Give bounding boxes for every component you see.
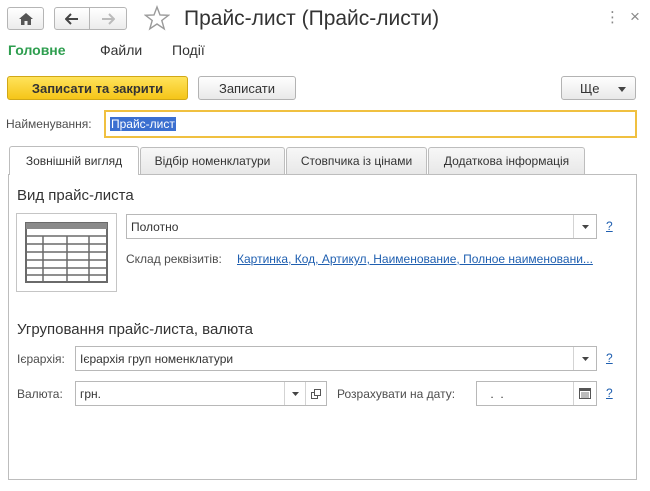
view-section-title: Вид прайс-листа bbox=[17, 187, 134, 204]
more-button[interactable]: Ще bbox=[561, 76, 636, 100]
chevron-down-icon bbox=[618, 87, 626, 92]
menu-item-events[interactable]: Події bbox=[172, 42, 205, 58]
view-type-help-link[interactable]: ? bbox=[606, 219, 613, 233]
hierarchy-dropdown-button[interactable] bbox=[573, 347, 596, 370]
hierarchy-value: Ієрархія груп номенклатури bbox=[80, 351, 234, 366]
window-title: Прайс-лист (Прайс-листи) bbox=[184, 7, 440, 30]
arrow-right-icon bbox=[102, 12, 115, 25]
name-input-selected-text: Прайс-лист bbox=[110, 117, 176, 131]
name-label: Найменування: bbox=[6, 117, 92, 131]
chevron-down-icon bbox=[581, 356, 589, 361]
close-icon[interactable]: × bbox=[628, 7, 642, 27]
save-and-close-button[interactable]: Записати та закрити bbox=[7, 76, 188, 100]
home-button[interactable] bbox=[7, 7, 44, 30]
chevron-down-icon bbox=[581, 224, 589, 229]
forward-button[interactable] bbox=[89, 7, 127, 30]
currency-value: грн. bbox=[80, 386, 102, 401]
currency-open-button[interactable] bbox=[305, 382, 326, 405]
more-options-icon[interactable]: ⋮ bbox=[605, 8, 620, 28]
hierarchy-label: Ієрархія: bbox=[17, 352, 65, 366]
menu-item-files[interactable]: Файли bbox=[100, 42, 142, 58]
chevron-down-icon bbox=[291, 391, 299, 396]
calendar-button[interactable] bbox=[573, 382, 596, 405]
calc-date-label: Розрахувати на дату: bbox=[337, 387, 456, 401]
calendar-icon bbox=[579, 388, 591, 399]
calc-date-value: . . bbox=[487, 386, 504, 401]
currency-dropdown-button[interactable] bbox=[284, 382, 305, 405]
tab-price-columns[interactable]: Стовпчика із цінами bbox=[286, 147, 427, 174]
hierarchy-help-link[interactable]: ? bbox=[606, 351, 613, 365]
tab-additional-info[interactable]: Додаткова інформація bbox=[428, 147, 585, 174]
view-type-select[interactable]: Полотно bbox=[126, 214, 597, 239]
view-type-dropdown-button[interactable] bbox=[573, 215, 596, 238]
tab-appearance[interactable]: Зовнішній вигляд bbox=[9, 146, 139, 175]
composition-link[interactable]: Картинка, Код, Артикул, Наименование, По… bbox=[237, 252, 593, 266]
calc-date-input[interactable]: . . bbox=[476, 381, 597, 406]
currency-label: Валюта: bbox=[17, 387, 63, 401]
grouping-section-title: Угруповання прайс-листа, валюта bbox=[17, 321, 254, 338]
name-input[interactable]: Прайс-лист bbox=[104, 110, 637, 138]
favorite-star-icon[interactable] bbox=[143, 5, 171, 31]
view-type-value: Полотно bbox=[131, 219, 179, 234]
home-icon bbox=[18, 12, 33, 25]
arrow-left-icon bbox=[65, 12, 78, 25]
spreadsheet-preview-icon bbox=[16, 213, 117, 292]
tab-nomenclature-filter[interactable]: Відбір номенклатури bbox=[140, 147, 285, 174]
composition-label: Склад реквізитів: bbox=[126, 252, 222, 266]
currency-select[interactable]: грн. bbox=[75, 381, 327, 406]
save-button[interactable]: Записати bbox=[198, 76, 296, 100]
hierarchy-select[interactable]: Ієрархія груп номенклатури bbox=[75, 346, 597, 371]
back-button[interactable] bbox=[54, 7, 90, 30]
more-button-label: Ще bbox=[580, 80, 600, 96]
currency-help-link[interactable]: ? bbox=[606, 386, 613, 400]
open-window-icon bbox=[311, 388, 321, 399]
menu-item-home[interactable]: Головне bbox=[8, 42, 66, 58]
